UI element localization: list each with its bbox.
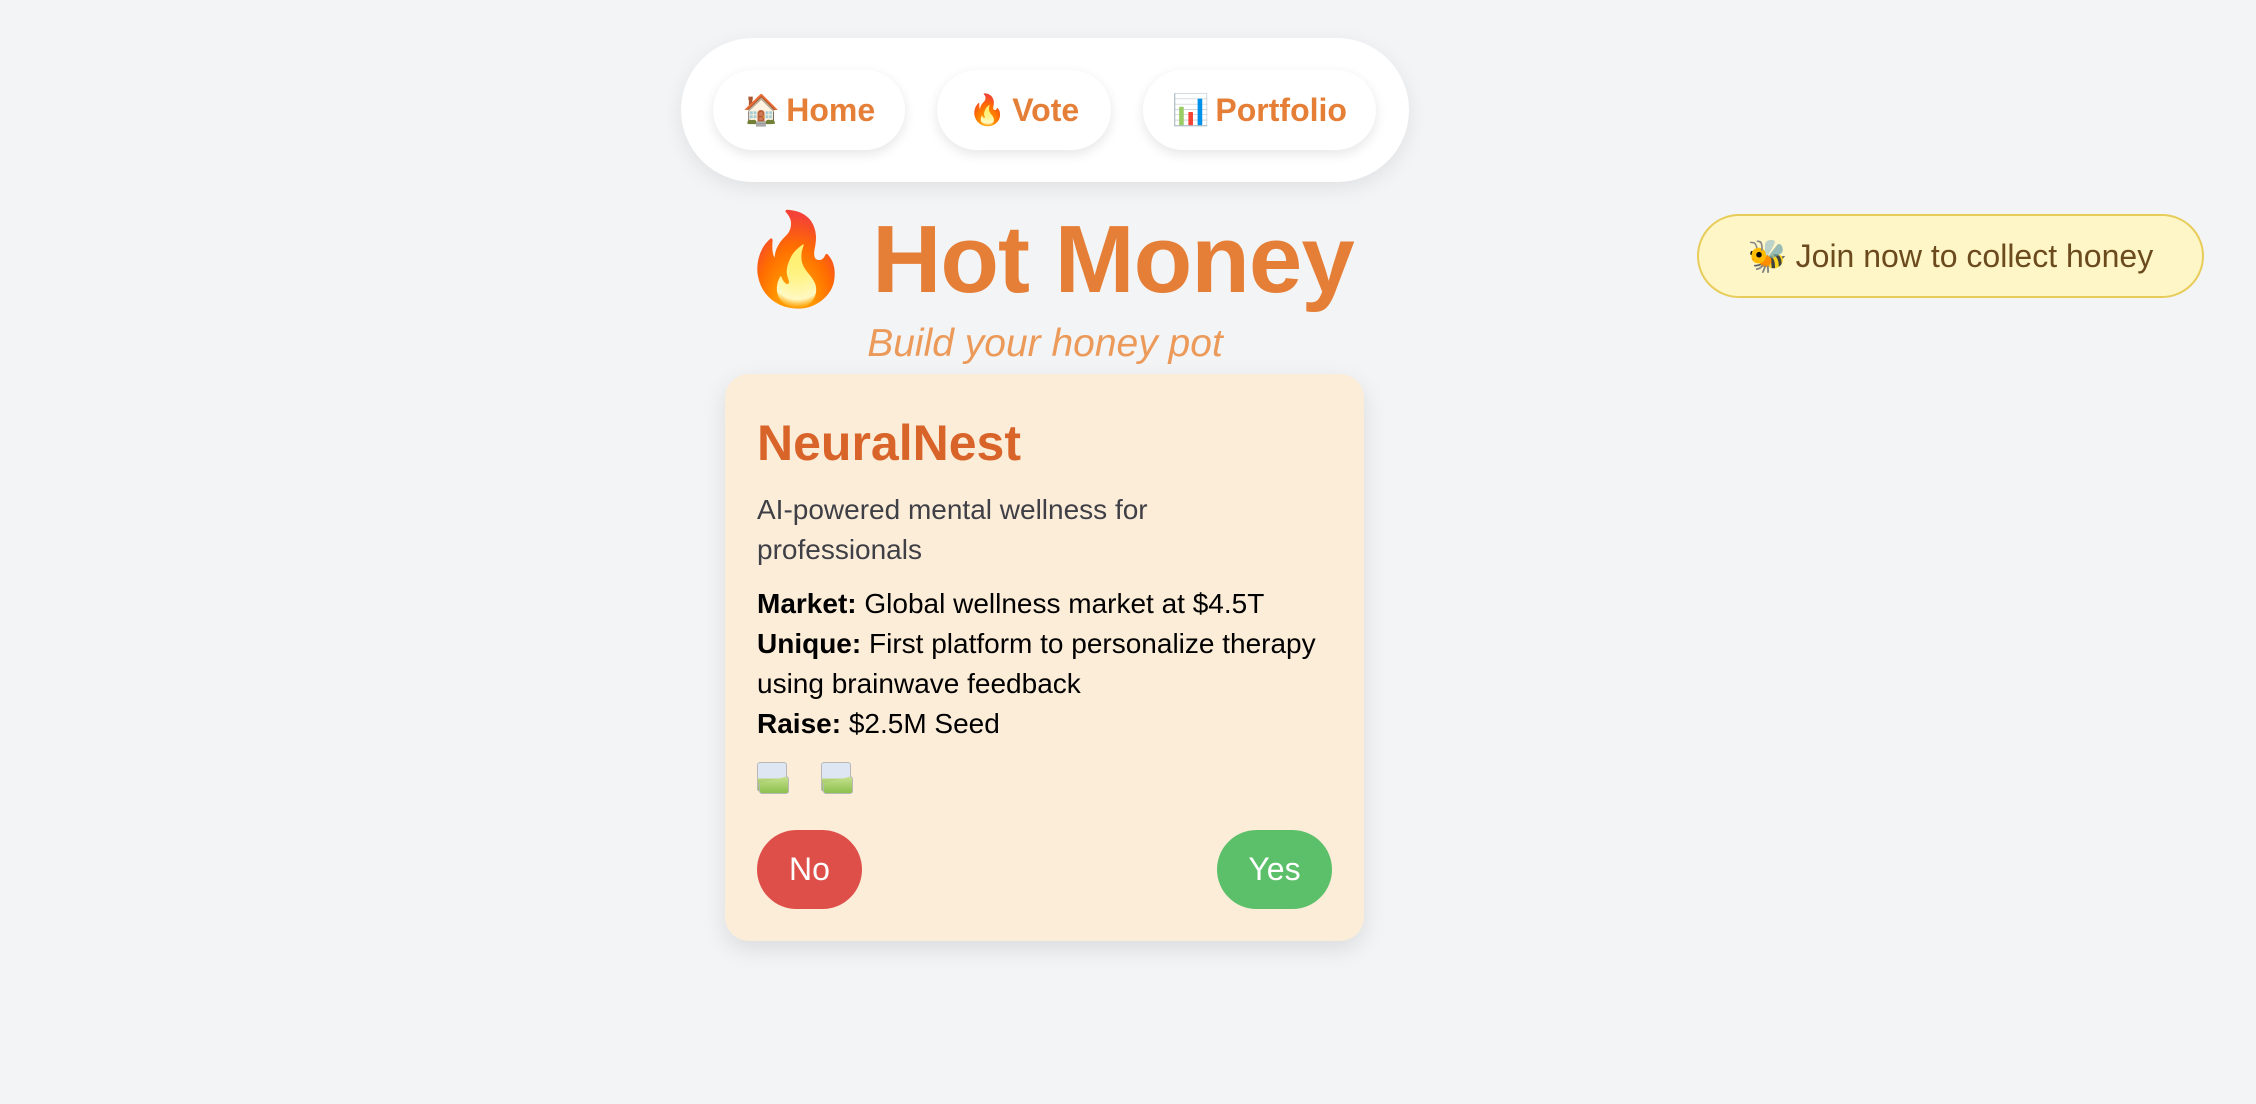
bee-icon: 🐝 (1747, 238, 1788, 274)
yes-button[interactable]: Yes (1217, 830, 1332, 909)
unique-row: Unique: First platform to personalize th… (757, 624, 1332, 704)
join-label: Join now to collect honey (1795, 237, 2154, 274)
startup-card: NeuralNest AI-powered mental wellness fo… (725, 374, 1364, 941)
startup-tagline: AI-powered mental wellness for professio… (757, 494, 1148, 565)
nav-vote-button[interactable]: 🔥 Vote (937, 70, 1111, 150)
unique-label: Unique: (757, 628, 862, 659)
raise-value: $2.5M Seed (848, 708, 1000, 739)
house-icon: 🏠 (742, 93, 781, 127)
broken-image-icon (757, 762, 789, 794)
market-label: Market: (757, 588, 857, 619)
nav-portfolio-button[interactable]: 📊 Portfolio (1143, 70, 1376, 150)
page-subtitle: Build your honey pot (867, 322, 1223, 365)
founder-images (757, 762, 1332, 794)
vote-actions: No Yes (757, 830, 1332, 909)
bar-chart-icon: 📊 (1172, 93, 1210, 127)
page-title: 🔥 Hot Money (740, 205, 1360, 315)
broken-image-icon (821, 762, 853, 794)
no-button[interactable]: No (757, 830, 862, 909)
nav-home-label: Home (786, 91, 876, 128)
startup-name: NeuralNest (757, 415, 1021, 471)
market-value: Global wellness market at $4.5T (864, 588, 1265, 619)
fire-icon: 🔥 (968, 93, 1007, 127)
join-button[interactable]: 🐝 Join now to collect honey (1697, 214, 2204, 298)
page-title-text: Hot Money (872, 206, 1355, 313)
nav-home-button[interactable]: 🏠 Home (713, 70, 905, 150)
startup-details: Market: Global wellness market at $4.5T … (757, 584, 1332, 744)
nav-portfolio-label: Portfolio (1215, 91, 1347, 128)
raise-row: Raise: $2.5M Seed (757, 704, 1332, 744)
top-nav: 🏠 Home 🔥 Vote 📊 Portfolio (681, 38, 1409, 182)
raise-label: Raise: (757, 708, 842, 739)
nav-vote-label: Vote (1012, 91, 1080, 128)
fire-icon: 🔥 (740, 210, 853, 310)
market-row: Market: Global wellness market at $4.5T (757, 584, 1332, 624)
page: 🏠 Home 🔥 Vote 📊 Portfolio 🔥 Hot Money Bu… (0, 0, 2256, 1104)
